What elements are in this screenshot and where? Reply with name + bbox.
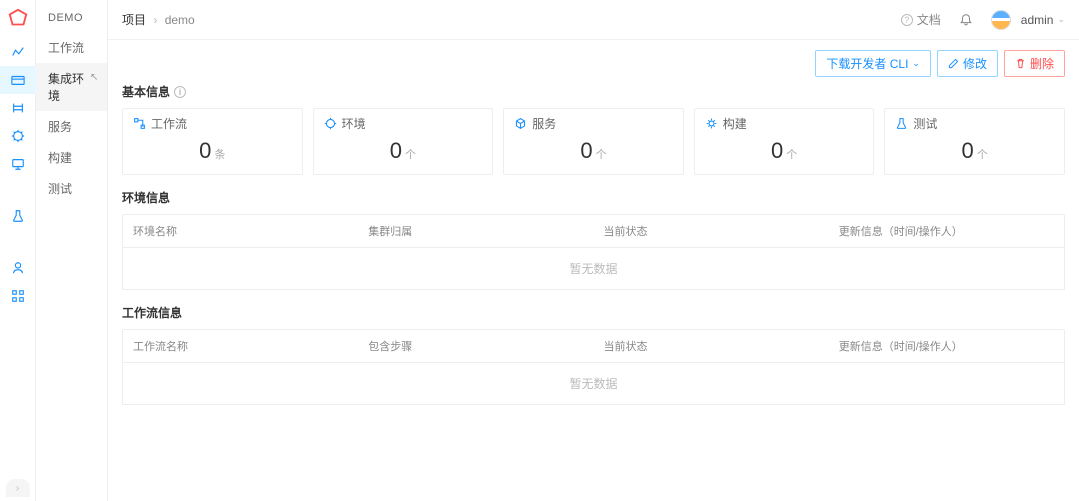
sidebar-item-label: 集成环境 [48,72,84,103]
card-value: 0 [390,138,402,163]
cursor-icon: ↖ [90,72,98,83]
rail-item-4[interactable] [0,122,36,150]
sidebar-item-label: 服务 [48,120,72,134]
download-cli-button[interactable]: 下载开发者 CLI ⌄ [815,50,931,77]
bell-icon[interactable] [959,13,973,27]
question-icon: ? [901,14,913,26]
avatar [991,10,1011,30]
card-workflow[interactable]: 工作流 0条 [122,108,303,175]
edit-icon [948,58,959,69]
topbar: 项目 › demo ? 文档 admin ⌄ [108,0,1079,40]
sidebar-item-test[interactable]: 测试 [36,173,107,204]
workflow-icon [133,117,146,130]
card-unit: 条 [214,149,225,161]
card-env[interactable]: 环境 0个 [313,108,494,175]
env-col-status: 当前状态 [594,215,829,247]
build-icon [705,117,718,130]
wf-col-update: 更新信息（时间/操作人） [829,330,1064,362]
user-menu[interactable]: admin ⌄ [991,10,1065,30]
env-info-title: 环境信息 [122,189,1065,206]
edit-button[interactable]: 修改 [937,50,998,77]
main-area: 项目 › demo ? 文档 admin ⌄ 下载开发者 CLI [108,0,1079,501]
card-value: 0 [580,138,592,163]
icon-rail: › [0,0,36,501]
app-root: › DEMO 工作流 集成环境 ↖ 服务 构建 测试 项目 › demo ? 文档 [0,0,1079,501]
env-table-empty: 暂无数据 [122,248,1065,290]
chevron-down-icon: ⌄ [912,58,920,69]
sidebar-item-env[interactable]: 集成环境 ↖ [36,63,107,111]
sidebar-item-label: 测试 [48,182,72,196]
sidebar-project-label: DEMO [36,8,107,32]
wf-table-header: 工作流名称 包含步骤 当前状态 更新信息（时间/操作人） [122,329,1065,363]
rail-item-7[interactable] [0,254,36,282]
breadcrumb: 项目 › demo [122,11,195,28]
sidebar-item-service[interactable]: 服务 [36,111,107,142]
wf-info-title: 工作流信息 [122,304,1065,321]
section-title-text: 工作流信息 [122,304,182,321]
sidebar-item-label: 工作流 [48,41,84,55]
wf-col-steps: 包含步骤 [358,330,593,362]
user-name: admin [1021,13,1054,27]
button-label: 删除 [1030,55,1054,72]
rail-item-2[interactable] [0,66,36,94]
card-value: 0 [199,138,211,163]
wf-col-name: 工作流名称 [123,330,358,362]
rail-item-5[interactable] [0,150,36,178]
card-label: 工作流 [151,115,187,132]
rail-item-1[interactable] [0,38,36,66]
crumb-leaf: demo [165,13,195,27]
card-unit: 个 [405,149,416,161]
section-title-text: 基本信息 [122,83,170,100]
rail-item-8[interactable] [0,282,36,310]
card-label: 测试 [913,115,937,132]
env-col-update: 更新信息（时间/操作人） [829,215,1064,247]
card-unit: 个 [786,149,797,161]
logo-icon[interactable] [7,8,29,30]
env-col-cluster: 集群归属 [358,215,593,247]
docs-link[interactable]: ? 文档 [901,11,941,28]
section-title-text: 环境信息 [122,189,170,206]
info-icon[interactable]: i [174,86,186,98]
button-label: 修改 [963,55,987,72]
wf-table-empty: 暂无数据 [122,363,1065,405]
card-service[interactable]: 服务 0个 [503,108,684,175]
trash-icon [1015,58,1026,69]
rail-collapse-button[interactable]: › [6,479,30,497]
rail-item-3[interactable] [0,94,36,122]
card-label: 环境 [342,115,366,132]
test-icon [895,117,908,130]
sidebar-item-label: 构建 [48,151,72,165]
chevron-down-icon: ⌄ [1057,14,1065,25]
crumb-sep: › [153,13,157,27]
card-label: 服务 [532,115,556,132]
card-value: 0 [771,138,783,163]
content: 下载开发者 CLI ⌄ 修改 删除 基本信息 i 工作流 [108,40,1079,501]
env-col-name: 环境名称 [123,215,358,247]
sub-sidebar: DEMO 工作流 集成环境 ↖ 服务 构建 测试 [36,0,108,501]
docs-label: 文档 [917,11,941,28]
card-value: 0 [962,138,974,163]
wf-col-status: 当前状态 [594,330,829,362]
action-bar: 下载开发者 CLI ⌄ 修改 删除 [122,50,1065,77]
card-unit: 个 [596,149,607,161]
card-unit: 个 [977,149,988,161]
basic-info-title: 基本信息 i [122,83,1065,100]
button-label: 下载开发者 CLI [826,55,908,72]
card-build[interactable]: 构建 0个 [694,108,875,175]
crumb-root[interactable]: 项目 [122,13,146,27]
service-icon [514,117,527,130]
card-test[interactable]: 测试 0个 [884,108,1065,175]
sidebar-item-build[interactable]: 构建 [36,142,107,173]
env-table-header: 环境名称 集群归属 当前状态 更新信息（时间/操作人） [122,214,1065,248]
delete-button[interactable]: 删除 [1004,50,1065,77]
card-label: 构建 [723,115,747,132]
sidebar-item-workflow[interactable]: 工作流 [36,32,107,63]
rail-item-6[interactable] [0,202,36,230]
env-icon [324,117,337,130]
stat-cards: 工作流 0条 环境 0个 服务 0个 构建 0个 测试 0个 [122,108,1065,175]
